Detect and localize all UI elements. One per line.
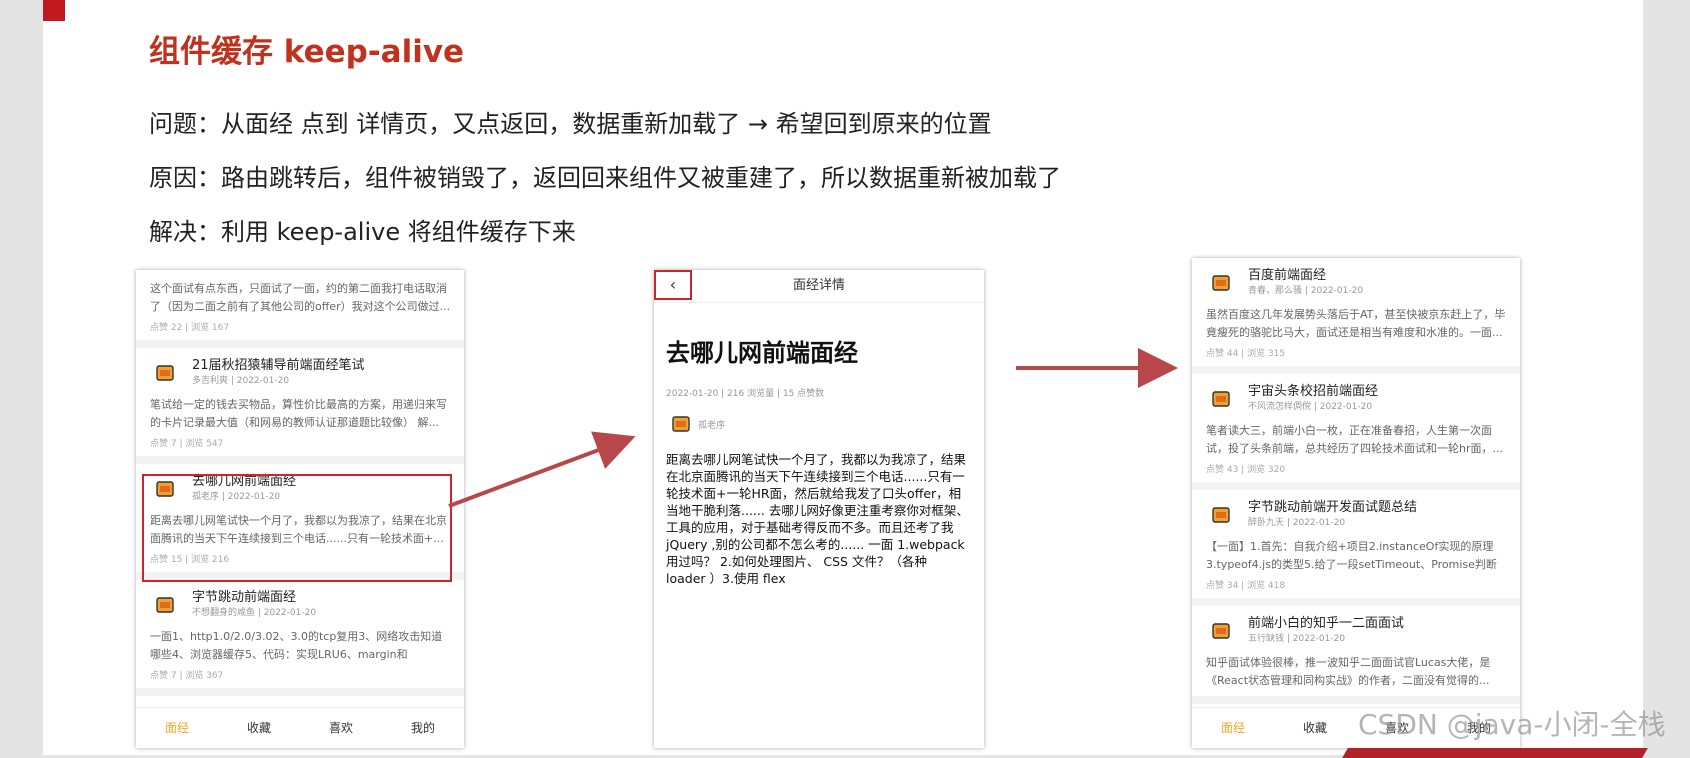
watermark: CSDN @java-小闭-全栈 (1358, 708, 1666, 741)
flow-arrows (448, 348, 1178, 508)
arrow-to-detail (448, 431, 636, 508)
footer-accent-band (1342, 748, 1648, 758)
